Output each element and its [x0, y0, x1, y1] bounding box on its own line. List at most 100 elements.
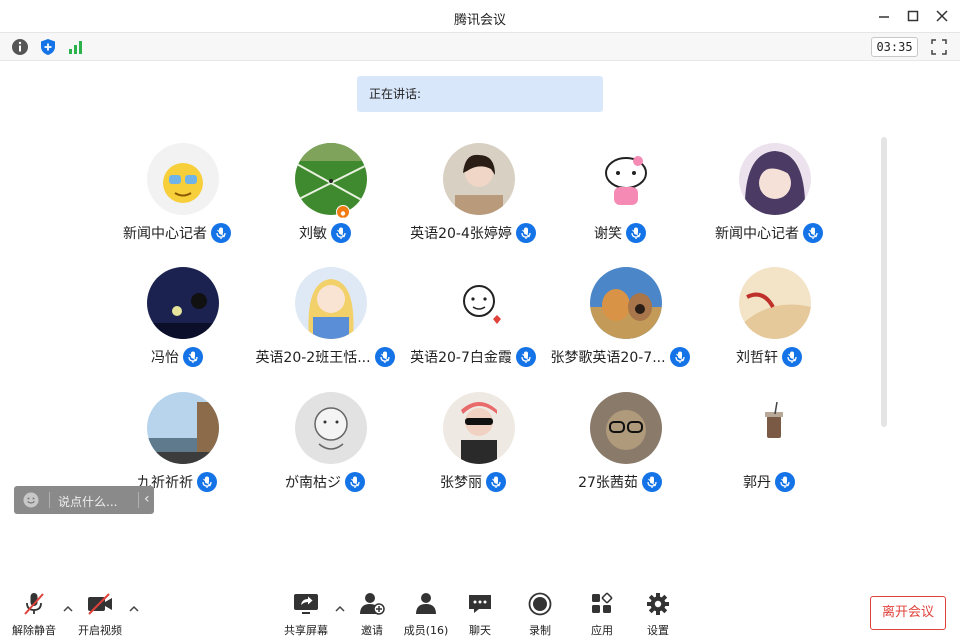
divider: [49, 492, 50, 508]
speaking-indicator: 正在讲话:: [357, 76, 603, 112]
unmute-button[interactable]: 解除静音: [4, 592, 64, 637]
participant-name-row: 张梦歌英语20-7...: [539, 347, 701, 369]
record-icon: [528, 592, 552, 616]
mic-icon: [641, 472, 662, 492]
participant-tile[interactable]: 冯怡: [110, 267, 258, 377]
participant-name-row: 27张茜茹: [539, 472, 701, 494]
video-options-chevron-icon[interactable]: [128, 603, 140, 615]
record-label: 录制: [529, 624, 551, 637]
grid-scrollbar[interactable]: [881, 137, 887, 427]
participant-tile[interactable]: 新闻中心记者: [702, 143, 850, 253]
participant-tile[interactable]: 张梦丽: [406, 392, 554, 502]
avatar: [295, 392, 367, 464]
avatar: [147, 392, 219, 464]
mic-icon: [803, 223, 823, 243]
participant-name: 27张茜茹: [578, 475, 638, 491]
share-screen-button[interactable]: 共享屏幕: [276, 592, 336, 637]
participant-tile[interactable]: 郭丹: [702, 392, 850, 502]
participant-tile[interactable]: 英语20-7白金霞: [406, 267, 554, 377]
maximize-icon[interactable]: [905, 8, 921, 24]
gear-icon: [647, 593, 669, 615]
participant-name: 英语20-7白金霞: [410, 350, 512, 366]
participant-name: 冯怡: [151, 350, 179, 366]
participant-tile[interactable]: 张梦歌英语20-7...: [550, 267, 701, 377]
participant-tile[interactable]: 英语20-2班王恬...: [255, 267, 406, 377]
info-icon[interactable]: [11, 38, 29, 56]
invite-user-icon: [360, 593, 385, 615]
mic-icon: [486, 472, 506, 492]
avatar: [590, 143, 662, 215]
mic-icon: [345, 472, 365, 492]
participant-name-row: 冯怡: [96, 347, 258, 369]
participant-name-row: 谢笑: [539, 223, 701, 245]
record-button[interactable]: 录制: [510, 592, 570, 637]
avatar: [443, 143, 515, 215]
participant-name: 郭丹: [743, 475, 771, 491]
minimize-icon[interactable]: [876, 8, 892, 24]
leave-meeting-button[interactable]: 离开会议: [870, 596, 946, 630]
fullscreen-icon[interactable]: [931, 39, 947, 55]
divider: [138, 492, 139, 508]
avatar: [739, 267, 811, 339]
participant-name: 新闻中心记者: [715, 226, 799, 242]
meeting-timer: 03:35: [871, 37, 918, 57]
shield-icon[interactable]: [39, 38, 57, 56]
participant-name: 张梦丽: [440, 475, 482, 491]
chat-bubble-icon: [469, 595, 491, 613]
title-bar: 腾讯会议: [0, 0, 960, 33]
participant-name-row: 英语20-4张婷婷: [392, 223, 554, 245]
participant-name: 英语20-2班王恬...: [255, 350, 371, 366]
participant-tile[interactable]: 刘敏: [258, 143, 406, 253]
signal-icon[interactable]: [67, 38, 85, 56]
participant-name: 张梦歌英语20-7...: [550, 350, 666, 366]
settings-label: 设置: [647, 624, 669, 637]
mic-icon: [515, 223, 536, 243]
participant-name-row: 新闻中心记者: [688, 223, 850, 245]
apps-button[interactable]: 应用: [572, 592, 632, 637]
window-title: 腾讯会议: [453, 13, 506, 28]
avatar: [590, 392, 662, 464]
participant-name: 谢笑: [594, 226, 622, 242]
settings-button[interactable]: 设置: [628, 592, 688, 637]
close-icon[interactable]: [934, 8, 950, 24]
mic-icon: [183, 347, 203, 367]
participant-tile[interactable]: 谢笑: [553, 143, 701, 253]
invite-button[interactable]: 邀请: [342, 592, 402, 637]
avatar: [739, 143, 811, 215]
members-icon: [416, 593, 436, 614]
members-button[interactable]: 成员(16): [396, 592, 456, 637]
avatar: [590, 267, 662, 339]
participant-name: 新闻中心记者: [123, 226, 207, 242]
avatar: [147, 143, 219, 215]
mic-icon: [515, 347, 536, 367]
apps-label: 应用: [591, 624, 613, 637]
participant-tile[interactable]: 英语20-4张婷婷: [406, 143, 554, 253]
members-label: 成员(16): [403, 624, 449, 637]
meeting-info-bar: 03:35: [0, 33, 960, 61]
participant-tile[interactable]: 刘哲轩: [702, 267, 850, 377]
avatar: [147, 267, 219, 339]
mic-icon: [211, 223, 231, 243]
start-video-button[interactable]: 开启视频: [70, 592, 130, 637]
host-badge-icon: [336, 205, 350, 220]
mic-icon: [669, 347, 690, 367]
start-video-label: 开启视频: [78, 624, 122, 637]
participant-tile[interactable]: が南枯ジ: [258, 392, 406, 502]
mic-icon: [775, 472, 795, 492]
participant-name-row: 刘哲轩: [688, 347, 850, 369]
avatar: [739, 392, 811, 464]
avatar: [295, 143, 367, 215]
collapse-chat-icon[interactable]: ‹: [144, 491, 150, 507]
share-screen-icon: [294, 594, 318, 614]
participant-name: が南枯ジ: [285, 475, 341, 491]
avatar: [443, 267, 515, 339]
participant-tile[interactable]: 新闻中心记者: [110, 143, 258, 253]
participant-name-row: 新闻中心记者: [96, 223, 258, 245]
chat-button[interactable]: 聊天: [450, 592, 510, 637]
participant-tile[interactable]: 27张茜茹: [553, 392, 701, 502]
emoji-icon[interactable]: [22, 491, 40, 509]
muted-mic-icon: [24, 593, 44, 615]
participant-name-row: 英语20-2班王恬...: [244, 347, 406, 369]
invite-label: 邀请: [361, 624, 383, 637]
chat-input[interactable]: 说点什么... ‹: [14, 486, 154, 514]
